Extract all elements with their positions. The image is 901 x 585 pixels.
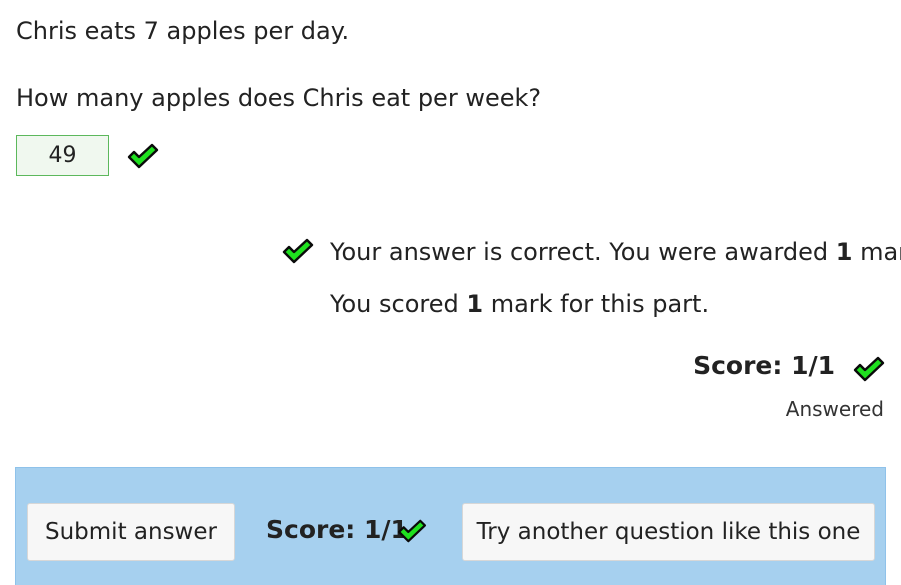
total-score: Score: 1/1: [266, 515, 408, 544]
check-icon: [127, 143, 159, 169]
question-control-bar: Submit answer Score: 1/1 Try another que…: [15, 467, 886, 585]
question-prompt: Chris eats 7 apples per day.: [16, 17, 350, 45]
feedback-part-score-message: You scored 1 mark for this part.: [330, 289, 709, 319]
feedback-line2-prefix: You scored: [330, 290, 467, 318]
check-icon: [282, 238, 314, 264]
try-another-question-button[interactable]: Try another question like this one: [462, 503, 875, 561]
feedback-correct-message: Your answer is correct. You were awarded…: [330, 237, 901, 267]
question-sub-prompt: How many apples does Chris eat per week?: [16, 84, 542, 112]
feedback-line1-marks: 1: [835, 238, 853, 266]
answer-input[interactable]: [16, 135, 109, 176]
check-icon: [853, 356, 885, 382]
check-icon: [397, 519, 427, 543]
question-page: Chris eats 7 apples per day. How many ap…: [0, 0, 901, 585]
feedback-line1-suffix: mark.: [860, 238, 901, 266]
feedback-line2-marks: 1: [466, 290, 484, 318]
feedback-line2-suffix: mark for this part.: [483, 290, 710, 318]
part-score: Score: 1/1: [693, 351, 835, 380]
submit-answer-button[interactable]: Submit answer: [27, 503, 235, 561]
answered-status: Answered: [785, 397, 884, 421]
total-score-label: Score: 1/1: [266, 515, 408, 544]
feedback-line1-prefix: Your answer is correct. You were awarded: [330, 238, 836, 266]
part-score-label: Score: 1/1: [693, 351, 835, 380]
